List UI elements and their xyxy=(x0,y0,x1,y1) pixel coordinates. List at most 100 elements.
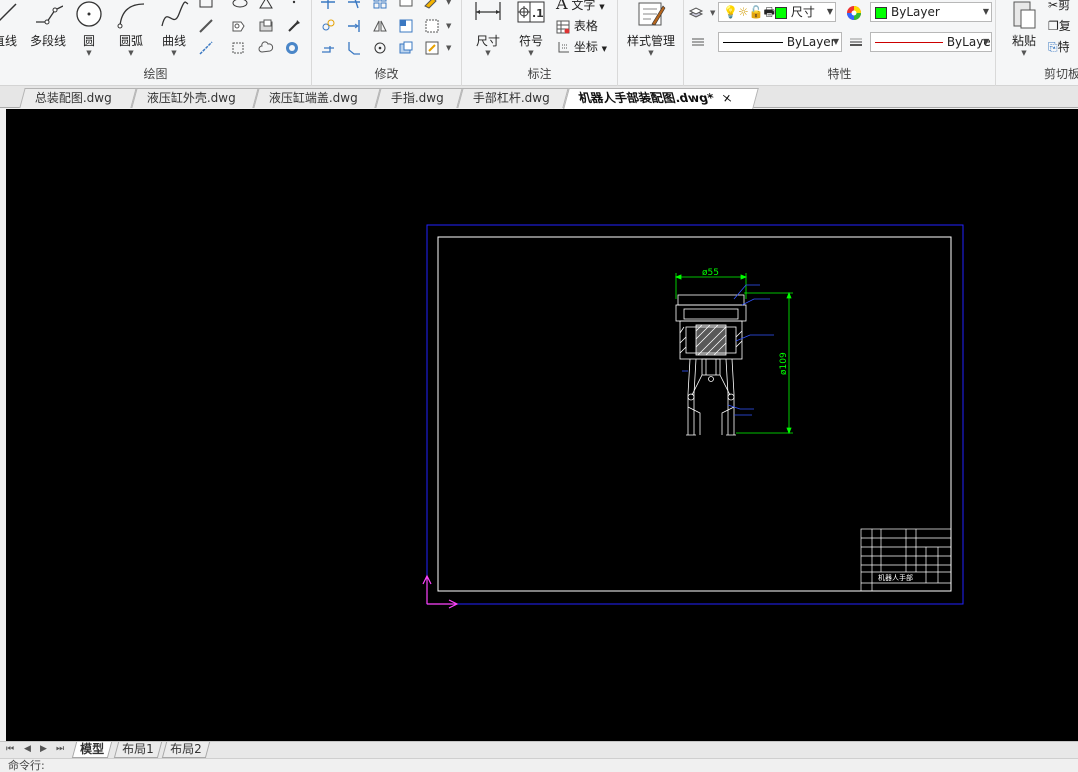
ray-icon[interactable] xyxy=(198,40,214,56)
paste-icon xyxy=(1013,1,1036,29)
table-button[interactable]: 表格 xyxy=(556,17,616,35)
layer-combo-arrow-icon: ▼ xyxy=(826,7,833,16)
command-line[interactable]: 命令行: xyxy=(0,758,1078,772)
copy-object-icon[interactable] xyxy=(320,18,336,34)
arc-button[interactable]: 圆弧 ▼ xyxy=(115,0,147,57)
properties-edit-dropdown-icon[interactable]: ▼ xyxy=(446,44,451,52)
tab-model[interactable]: 模型 xyxy=(71,742,113,758)
text-label: 文字 xyxy=(571,0,596,12)
layer-combo[interactable]: 💡☼🔓🖶 尺寸 ▼ xyxy=(718,2,836,22)
ucs-icon xyxy=(422,574,459,609)
table-icon xyxy=(556,20,570,33)
linetype-combo[interactable]: ByLayer ▼ xyxy=(718,32,842,52)
circle-button[interactable]: 圆 ▼ xyxy=(74,0,104,57)
style-manager-button[interactable]: 样式管理 ▼ xyxy=(622,0,680,57)
close-tab-icon[interactable]: × xyxy=(720,89,735,108)
first-layout-icon[interactable]: ⏮ xyxy=(6,744,14,754)
polyline-button[interactable]: 多段线 xyxy=(28,0,68,49)
tab-hand-lever[interactable]: 手部杠杆.dwg xyxy=(457,88,569,108)
line-button[interactable]: 直线 xyxy=(0,0,20,49)
clipboard-group: 粘贴 ▼ ✂剪 ❐复 ⎘特 剪切板 xyxy=(996,0,1078,86)
dimension-button[interactable]: 尺寸 ▼ xyxy=(472,0,504,57)
last-layout-icon[interactable]: ⏭ xyxy=(56,744,64,754)
tab-cylinder-shell[interactable]: 液压缸外壳.dwg xyxy=(131,88,259,108)
dimension-top-text: ø55 xyxy=(702,268,719,278)
text-button[interactable]: A 文字 ▼ xyxy=(556,0,616,13)
tab-robot-hand-assembly[interactable]: 机器人手部装配图.dwg* × xyxy=(563,88,759,109)
circle-label: 圆 xyxy=(82,34,95,48)
construction-line-icon[interactable] xyxy=(198,18,214,34)
table-label: 表格 xyxy=(573,19,598,33)
circle-dropdown-icon[interactable]: ▼ xyxy=(74,49,104,57)
prev-layout-icon[interactable]: ◀ xyxy=(24,744,31,754)
pick-point-icon[interactable] xyxy=(286,18,302,34)
drawing-svg: 机器人手部 ø55 ø109 xyxy=(422,224,964,609)
drawing-canvas[interactable]: 机器人手部 ø55 ø109 xyxy=(6,109,1078,741)
lineweight-combo[interactable]: ByLayer ▼ xyxy=(870,32,992,52)
hatch-icon[interactable] xyxy=(258,0,274,10)
color-wheel-icon[interactable] xyxy=(846,5,862,21)
ellipse-icon[interactable] xyxy=(232,0,248,10)
tab-layout1[interactable]: 布局1 xyxy=(113,742,162,758)
revision-cloud-icon[interactable] xyxy=(258,40,274,56)
style-manager-dropdown-icon[interactable]: ▼ xyxy=(622,49,680,57)
lock-icon: 🔓 xyxy=(748,5,764,19)
boundary-icon[interactable] xyxy=(230,40,246,56)
rectangle-icon[interactable] xyxy=(198,0,214,10)
linetype-icon[interactable] xyxy=(690,34,706,50)
color-combo[interactable]: ByLayer ▼ xyxy=(870,2,992,22)
curve-button[interactable]: 曲线 ▼ xyxy=(158,0,190,57)
rotate-icon[interactable] xyxy=(372,40,388,56)
trim-icon[interactable] xyxy=(346,0,362,10)
stretch-icon[interactable] xyxy=(320,40,336,56)
paste-button[interactable]: 粘贴 ▼ xyxy=(1006,0,1042,57)
lineweight-icon[interactable] xyxy=(848,34,864,50)
arc-dropdown-icon[interactable]: ▼ xyxy=(115,49,147,57)
scale-icon[interactable] xyxy=(398,18,414,34)
annotate-group-title: 标注 xyxy=(527,67,552,81)
coordinate-button[interactable]: 坐标 ▼ xyxy=(556,38,616,56)
explode-icon[interactable] xyxy=(398,0,414,10)
match-properties-icon: ⎘ xyxy=(1048,40,1058,54)
next-layout-icon[interactable]: ▶ xyxy=(40,744,47,754)
move-icon[interactable] xyxy=(320,0,336,10)
color-combo-swatch xyxy=(875,6,887,19)
cut-button[interactable]: ✂剪 xyxy=(1048,0,1070,13)
array-icon[interactable] xyxy=(372,0,388,10)
active-tab-label: 机器人手部装配图.dwg* xyxy=(576,91,716,105)
tab-cylinder-cap[interactable]: 液压缸端盖.dwg xyxy=(253,88,381,108)
paste-dropdown-icon[interactable]: ▼ xyxy=(1006,49,1042,57)
erase-icon[interactable] xyxy=(422,0,438,10)
point-icon[interactable] xyxy=(286,0,302,10)
polyline-label: 多段线 xyxy=(29,34,66,48)
erase-dropdown-icon[interactable]: ▼ xyxy=(446,0,451,6)
wipeout-icon[interactable] xyxy=(258,18,274,34)
properties-edit-icon[interactable] xyxy=(424,40,440,56)
spline-icon xyxy=(161,1,189,27)
dimension-dropdown-icon[interactable]: ▼ xyxy=(472,49,504,57)
tab-finger[interactable]: 手指.dwg xyxy=(375,88,463,108)
command-line-prompt: 命令行: xyxy=(8,759,45,772)
layer-properties-dropdown-icon[interactable]: ▼ xyxy=(710,9,715,17)
tab-layout2[interactable]: 布局2 xyxy=(161,742,210,758)
match-properties-button[interactable]: ⎘特 xyxy=(1048,38,1070,55)
donut-icon[interactable] xyxy=(284,40,300,56)
offset-icon[interactable] xyxy=(424,18,440,34)
tab-assembly[interactable]: 总装配图.dwg xyxy=(19,88,137,108)
layer-properties-icon[interactable] xyxy=(688,4,704,20)
copy-button[interactable]: ❐复 xyxy=(1048,17,1071,34)
symbol-dropdown-icon[interactable]: ▼ xyxy=(514,49,548,57)
chamfer-icon[interactable] xyxy=(346,40,362,56)
mirror-icon[interactable] xyxy=(372,18,388,34)
dimension-icon xyxy=(475,2,501,20)
fillet-icon[interactable] xyxy=(398,40,414,56)
symbol-label: 符号 xyxy=(518,34,543,48)
text-icon: A xyxy=(556,0,568,13)
symbol-button[interactable]: .1 符号 ▼ xyxy=(514,0,548,57)
offset-dropdown-icon[interactable]: ▼ xyxy=(446,22,451,30)
region-icon[interactable] xyxy=(230,18,246,34)
color-combo-arrow-icon: ▼ xyxy=(982,7,989,16)
curve-dropdown-icon[interactable]: ▼ xyxy=(158,49,190,57)
extend-icon[interactable] xyxy=(346,18,362,34)
dimension-label: 尺寸 xyxy=(475,34,500,48)
